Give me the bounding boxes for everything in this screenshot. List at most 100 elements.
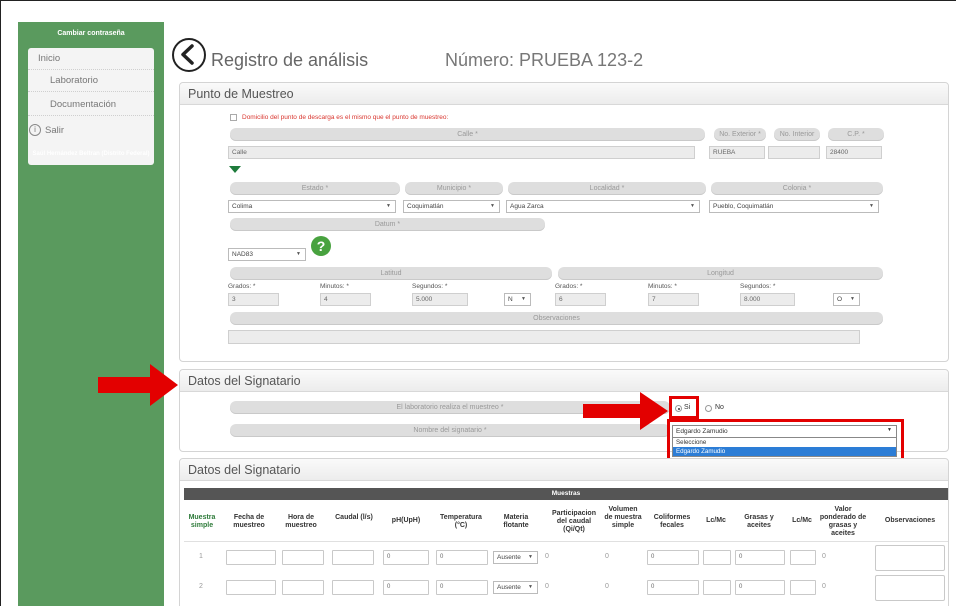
radio-no[interactable] (705, 405, 712, 412)
sidebar-item-salir[interactable]: i Salir (28, 120, 154, 142)
signatario-selected[interactable]: Edgardo Zamudio ▼ (673, 426, 896, 438)
hora-input[interactable] (282, 580, 324, 595)
column-header: Temperatura (°C) (440, 514, 482, 529)
panel-title: Datos del Signatario (180, 370, 948, 392)
chevron-down-icon: ▼ (690, 203, 695, 209)
row-number: 1 (199, 553, 203, 560)
grasas-input[interactable]: 0 (735, 550, 785, 565)
dropdown-option[interactable]: Seleccione (673, 438, 896, 447)
localidad-select[interactable]: Agua Zarca ▼ (506, 200, 700, 213)
lc-mc-input[interactable] (790, 580, 816, 595)
lc-mc-input[interactable] (703, 580, 731, 595)
ph-input[interactable]: 0 (383, 550, 429, 565)
sidebar-menu: Inicio Laboratorio Documentación i Salir (28, 48, 154, 165)
lat-segundos-label: Segundos: * (412, 283, 448, 290)
lat-direction-select[interactable]: N ▼ (504, 293, 531, 306)
annotation-arrow (583, 392, 668, 430)
help-icon[interactable]: ? (311, 236, 331, 256)
estado-select[interactable]: Colima ▼ (228, 200, 396, 213)
cp-input[interactable]: 28400 (826, 146, 882, 159)
column-header: Caudal (l/s) (335, 514, 373, 521)
datum-value: NAD83 (232, 251, 253, 258)
radio-si[interactable] (675, 405, 682, 412)
column-header: Muestra simple (188, 514, 216, 529)
observaciones-textarea[interactable] (875, 545, 945, 571)
lc-mc-input[interactable] (790, 550, 816, 565)
column-header: Participacion del caudal (Qi/Qt) (552, 510, 596, 533)
municipio-select[interactable]: Coquimatlán ▼ (403, 200, 500, 213)
materia-value: Ausente (497, 554, 521, 561)
lat-grados-input[interactable]: 3 (228, 293, 279, 306)
signatario-select[interactable]: Edgardo Zamudio ▼ Seleccione Edgardo Zamu… (672, 425, 897, 457)
row-number: 2 (199, 583, 203, 590)
lat-minutos-label: Minutos: * (320, 283, 349, 290)
no-interior-input[interactable] (768, 146, 820, 159)
coliformes-input[interactable]: 0 (647, 580, 699, 595)
longitud-label: Longitud (558, 267, 883, 280)
sidebar-item-label: Documentación (50, 99, 117, 110)
column-header: Observaciones (884, 517, 936, 524)
panel-title: Punto de Muestreo (180, 83, 948, 105)
lon-direction-select[interactable]: O ▼ (833, 293, 860, 306)
coliformes-input[interactable]: 0 (647, 550, 699, 565)
ph-input[interactable]: 0 (383, 580, 429, 595)
column-header: Valor ponderado de grasas y aceites (819, 506, 867, 537)
observaciones-textarea[interactable] (875, 575, 945, 601)
expand-arrow-icon[interactable] (229, 166, 241, 173)
cp-label: C.P. * (828, 128, 884, 141)
caudal-input[interactable] (332, 550, 374, 565)
column-header: Materia flotante (503, 514, 529, 529)
back-arrow-icon[interactable] (172, 38, 206, 72)
fecha-input[interactable] (226, 580, 276, 595)
temperatura-input[interactable]: 0 (436, 580, 488, 595)
lc-mc-input[interactable] (703, 550, 731, 565)
sidebar-item-laboratorio[interactable]: Laboratorio (28, 70, 154, 92)
info-icon: i (29, 124, 41, 136)
observaciones-input[interactable] (228, 330, 860, 344)
lon-segundos-input[interactable]: 8.000 (740, 293, 795, 306)
calle-label: Calle * (230, 128, 705, 141)
participacion-value: 0 (545, 553, 549, 560)
lat-segundos-input[interactable]: 5.000 (412, 293, 468, 306)
estado-label: Estado * (230, 182, 400, 195)
chevron-down-icon: ▼ (528, 584, 533, 590)
lat-direction-value: N (508, 296, 513, 303)
lat-minutos-input[interactable]: 4 (320, 293, 371, 306)
same-address-checkbox[interactable] (230, 114, 237, 121)
lon-minutos-input[interactable]: 7 (648, 293, 699, 306)
column-header: Lc/Mc (792, 517, 812, 524)
sidebar-item-documentacion[interactable]: Documentación (28, 94, 154, 116)
column-header: Grasas y aceites (744, 514, 774, 529)
column-header: Fecha de muestreo (233, 514, 265, 529)
hora-input[interactable] (282, 550, 324, 565)
calle-input[interactable]: Calle (228, 146, 695, 159)
chevron-down-icon: ▼ (296, 251, 301, 257)
materia-select[interactable]: Ausente ▼ (493, 551, 538, 564)
chevron-down-icon: ▼ (386, 203, 391, 209)
colonia-select[interactable]: Pueblo, Coquimatlán ▼ (709, 200, 879, 213)
estado-value: Colima (232, 203, 253, 210)
latitud-label: Latitud (230, 267, 552, 280)
annotation-arrow (98, 364, 178, 406)
datum-select[interactable]: NAD83 ▼ (228, 248, 306, 261)
valor-ponderado-value: 0 (822, 583, 826, 590)
lon-grados-input[interactable]: 6 (555, 293, 606, 306)
sidebar-item-label: Laboratorio (50, 75, 99, 86)
sidebar-item-inicio[interactable]: Inicio (28, 48, 154, 70)
no-exterior-input[interactable]: RUEBA (709, 146, 765, 159)
fecha-input[interactable] (226, 550, 276, 565)
caudal-input[interactable] (332, 580, 374, 595)
change-password-link[interactable]: Cambiar contraseña (18, 22, 164, 46)
grasas-input[interactable]: 0 (735, 580, 785, 595)
chevron-down-icon: ▼ (490, 203, 495, 209)
user-name: Saúl Hernández Beltran (Distrito Federal… (32, 151, 150, 157)
temperatura-input[interactable]: 0 (436, 550, 488, 565)
sidebar-item-label: Inicio (38, 53, 61, 64)
column-header: Lc/Mc (706, 517, 726, 524)
dropdown-option[interactable]: Edgardo Zamudio (673, 447, 896, 456)
same-address-label: Domicilio del punto de descarga es el mi… (242, 114, 449, 121)
materia-select[interactable]: Ausente ▼ (493, 581, 538, 594)
chevron-down-icon: ▼ (869, 203, 874, 209)
page-title: Registro de análisis (211, 50, 369, 70)
radio-si-label: Si (684, 404, 691, 411)
